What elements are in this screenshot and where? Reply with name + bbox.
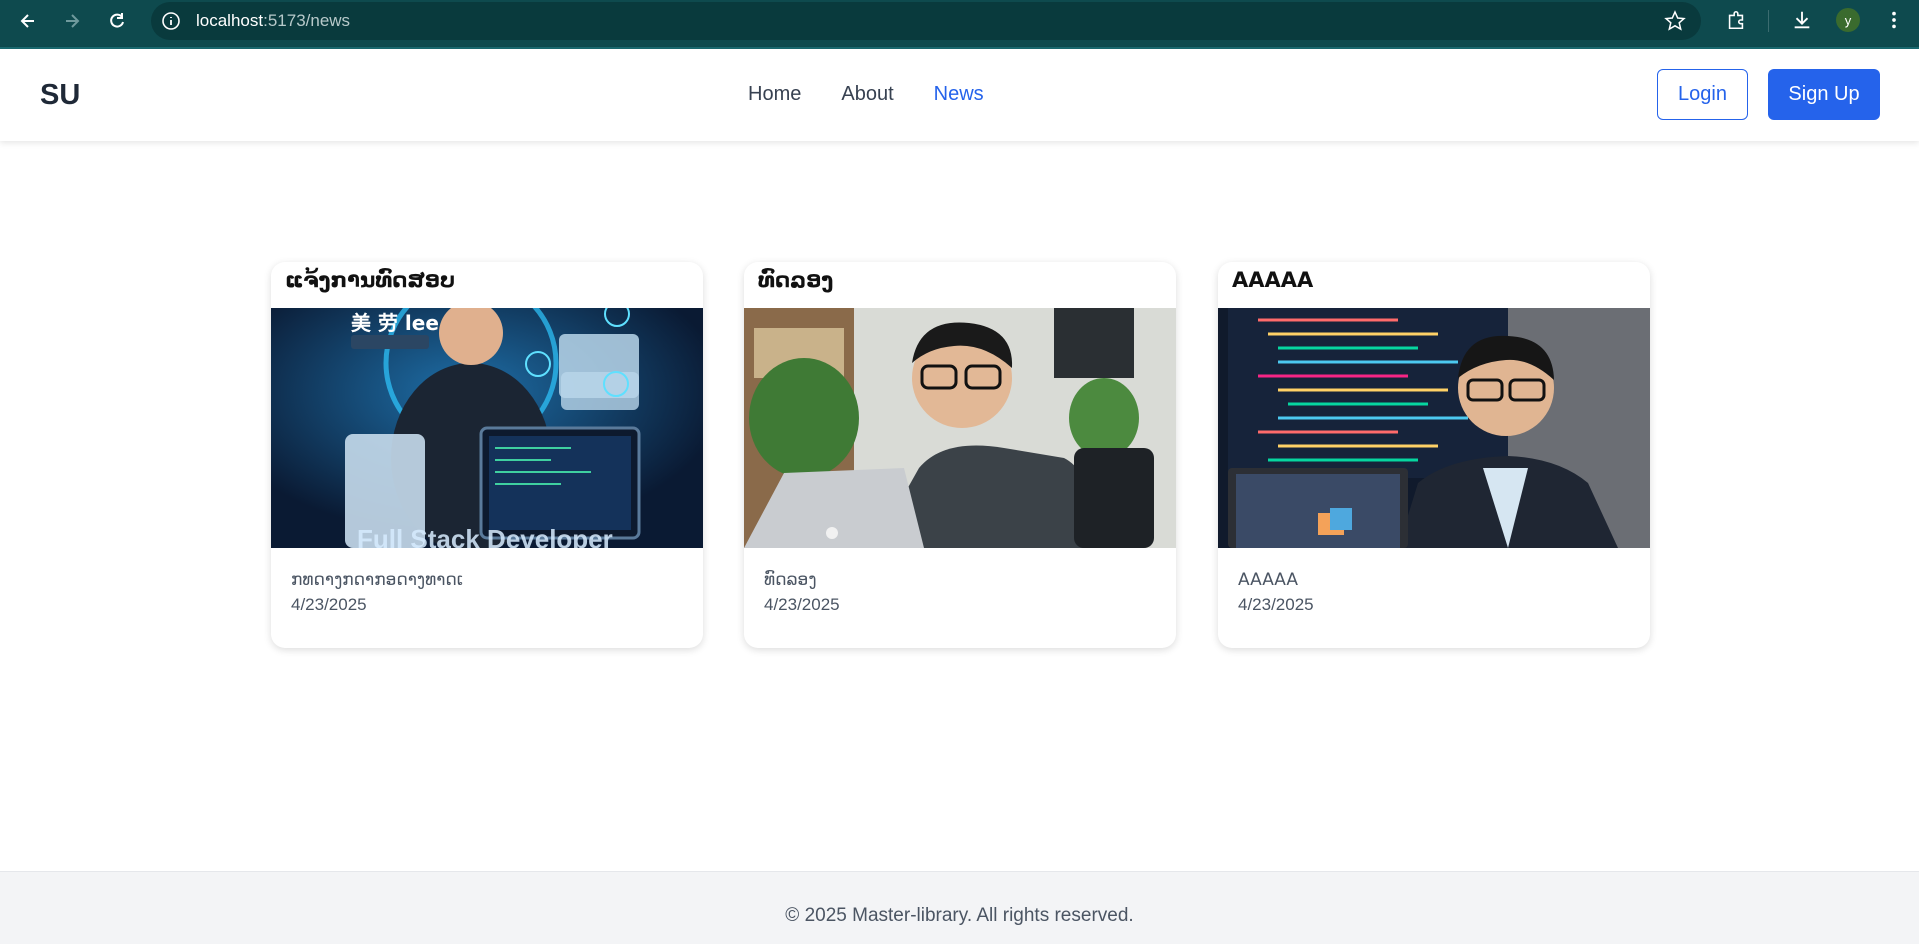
profile-avatar[interactable]: y <box>1836 8 1860 32</box>
news-card[interactable]: AAAAA AAAAA 4/23/2025 <box>1218 262 1650 648</box>
nav-about-link[interactable]: About <box>841 83 893 106</box>
site-header: SU Home About News Login Sign Up <box>0 49 1919 141</box>
image-overlay-text: Full Stack Developer <box>357 524 613 548</box>
news-card[interactable]: ທົດລອງ ທົດລອງ 4/23/2025 <box>744 262 1176 648</box>
signup-button[interactable]: Sign Up <box>1768 69 1880 120</box>
login-button[interactable]: Login <box>1657 69 1748 120</box>
back-arrow-icon[interactable] <box>14 7 42 35</box>
card-date: 4/23/2025 <box>291 595 367 614</box>
news-card[interactable]: ແຈ້ງການທົດສອບ 美 劳 lee Full Stack Develop… <box>271 262 703 648</box>
browser-toolbar: localhost:5173/news y <box>0 0 1919 49</box>
card-title: AAAAA <box>1232 268 1314 292</box>
nav-home-link[interactable]: Home <box>748 83 801 106</box>
url-text[interactable]: localhost:5173/news <box>196 11 350 31</box>
card-title: ແຈ້ງການທົດສອບ <box>285 268 456 292</box>
developer-with-code-screen-image <box>1218 308 1650 548</box>
developer-at-laptop-image <box>744 308 1176 548</box>
kebab-menu-icon[interactable] <box>1882 8 1906 32</box>
developer-portfolio-image: 美 劳 lee Full Stack Developer <box>271 308 703 548</box>
card-description: ກທດາງກດາກອດາງທາດເ <box>291 570 464 590</box>
card-description: ທົດລອງ <box>764 570 817 590</box>
site-footer: © 2025 Master-library. All rights reserv… <box>0 871 1919 944</box>
site-logo[interactable]: SU <box>40 79 80 112</box>
card-description: AAAAA <box>1238 570 1299 590</box>
site-info-icon[interactable] <box>161 11 181 31</box>
svg-text:美 劳 lee: 美 劳 lee <box>351 311 439 335</box>
toolbar-divider <box>1768 10 1769 32</box>
address-bar[interactable]: localhost:5173/news <box>151 2 1701 40</box>
extensions-icon[interactable] <box>1724 8 1748 32</box>
card-title: ທົດລອງ <box>758 268 834 292</box>
footer-copyright: © 2025 Master-library. All rights reserv… <box>785 905 1134 926</box>
bookmark-star-icon[interactable] <box>1664 10 1686 32</box>
card-date: 4/23/2025 <box>764 595 840 614</box>
card-date: 4/23/2025 <box>1238 595 1314 614</box>
downloads-icon[interactable] <box>1790 8 1814 32</box>
nav-news-link[interactable]: News <box>934 83 984 106</box>
reload-icon[interactable] <box>103 7 131 35</box>
forward-arrow-icon[interactable] <box>58 7 86 35</box>
main-nav: Home About News <box>748 83 984 106</box>
